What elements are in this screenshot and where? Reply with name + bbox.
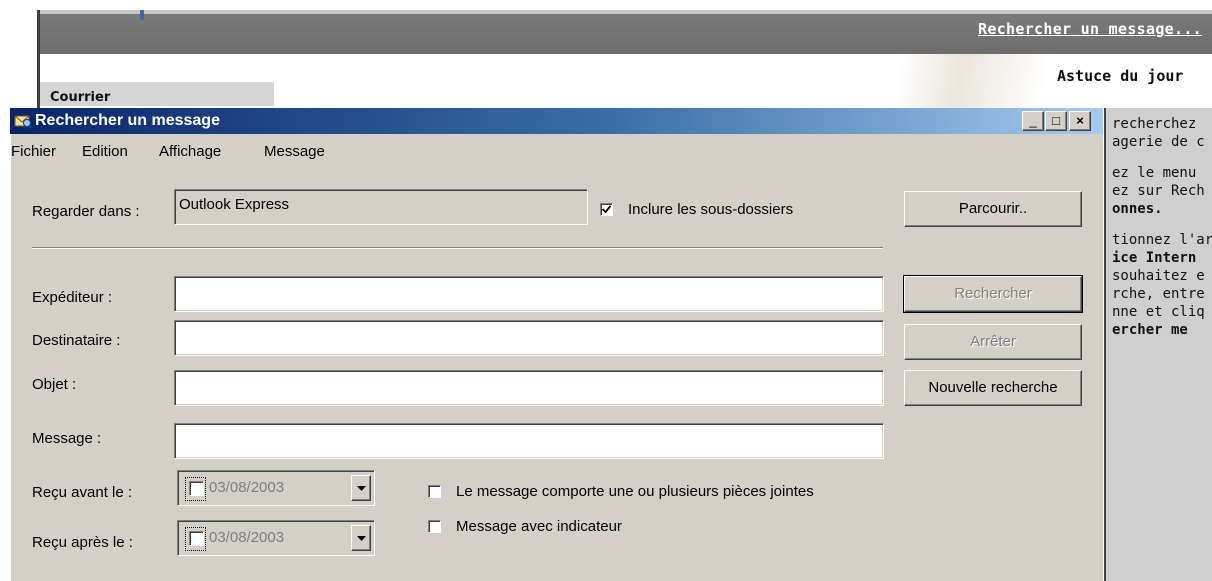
received-before-dropdown[interactable] — [351, 475, 371, 501]
to-label: Destinataire : — [32, 332, 121, 349]
received-after-date: 03/08/2003 — [209, 529, 285, 546]
tip-line: souhaitez e — [1112, 268, 1205, 284]
minimize-icon: _ — [1029, 113, 1037, 128]
checkmark-icon — [602, 205, 611, 214]
sidebar-tab-mail[interactable]: Courrier — [40, 82, 274, 106]
tip-line: agerie de c — [1112, 134, 1205, 150]
maximize-icon: □ — [1052, 113, 1060, 128]
tip-line: onnes. — [1112, 201, 1163, 217]
chevron-down-icon — [357, 486, 366, 491]
received-after-dropdown[interactable] — [351, 525, 371, 551]
tip-line: ercher me — [1112, 322, 1188, 338]
title-bar[interactable]: Rechercher un message _ □ × — [10, 108, 1103, 134]
received-after-checkbox[interactable] — [185, 527, 206, 551]
message-label: Message : — [32, 430, 102, 447]
to-field[interactable] — [174, 320, 884, 356]
chevron-down-icon — [357, 536, 366, 541]
find-message-icon — [14, 115, 32, 129]
stop-button[interactable]: Arrêter — [904, 324, 1082, 360]
close-icon: × — [1076, 113, 1084, 128]
look-in-label: Regarder dans : — [32, 203, 140, 220]
tip-line: ez sur Rech — [1112, 183, 1205, 199]
new-search-button[interactable]: Nouvelle recherche — [904, 370, 1082, 406]
header-accent — [140, 10, 144, 20]
minimize-button[interactable]: _ — [1022, 111, 1044, 131]
from-label: Expéditeur : — [32, 289, 113, 306]
menu-bar: Fichier Edition Affichage Message — [10, 138, 1103, 162]
find-message-dialog: Rechercher un message _ □ × Fichier Edit… — [10, 108, 1103, 581]
subject-field[interactable] — [174, 370, 884, 406]
close-button[interactable]: × — [1069, 111, 1091, 131]
tip-line: rche, entre — [1112, 286, 1205, 302]
include-subfolders-label[interactable]: Inclure les sous-dossiers — [628, 201, 793, 218]
tip-line: ice Intern — [1112, 250, 1197, 266]
from-field[interactable] — [174, 276, 884, 312]
received-after-date-picker[interactable]: 03/08/2003 — [177, 520, 375, 556]
sidebar-tab-label: Courrier — [50, 90, 111, 105]
maximize-button[interactable]: □ — [1045, 111, 1067, 131]
received-before-date: 03/08/2003 — [209, 479, 285, 496]
look-in-field: Outlook Express — [174, 189, 588, 225]
tip-text: recherchez agerie de c ez le menu ez sur… — [1112, 115, 1212, 339]
menu-edition[interactable]: Edition — [82, 143, 128, 160]
tip-line: nne et cliq — [1112, 304, 1205, 320]
tip-of-the-day-title: Astuce du jour — [1057, 67, 1184, 85]
tip-line: tionnez l'ar — [1112, 232, 1212, 248]
received-before-label: Reçu avant le : — [32, 484, 133, 501]
menu-affichage[interactable]: Affichage — [159, 143, 221, 160]
received-after-label: Reçu après le : — [32, 534, 133, 551]
message-field[interactable] — [174, 423, 884, 459]
has-attachments-checkbox[interactable] — [428, 485, 441, 498]
tip-line: ez le menu — [1112, 165, 1197, 181]
menu-fichier[interactable]: Fichier — [11, 143, 56, 160]
dialog-title: Rechercher un message — [35, 112, 220, 129]
has-attachments-label[interactable]: Le message comporte une ou plusieurs piè… — [456, 483, 814, 500]
find-message-link[interactable]: Rechercher un message... — [978, 20, 1202, 38]
search-button[interactable]: Rechercher — [903, 275, 1083, 313]
menu-message[interactable]: Message — [264, 143, 325, 160]
flagged-checkbox[interactable] — [428, 520, 441, 533]
separator — [32, 247, 883, 249]
flagged-label[interactable]: Message avec indicateur — [456, 518, 622, 535]
include-subfolders-checkbox[interactable] — [600, 203, 613, 216]
received-before-checkbox[interactable] — [185, 477, 206, 501]
tip-line: recherchez — [1112, 116, 1197, 132]
subject-label: Objet : — [32, 376, 77, 393]
browse-button[interactable]: Parcourir.. — [904, 191, 1082, 227]
received-before-date-picker[interactable]: 03/08/2003 — [177, 470, 375, 506]
